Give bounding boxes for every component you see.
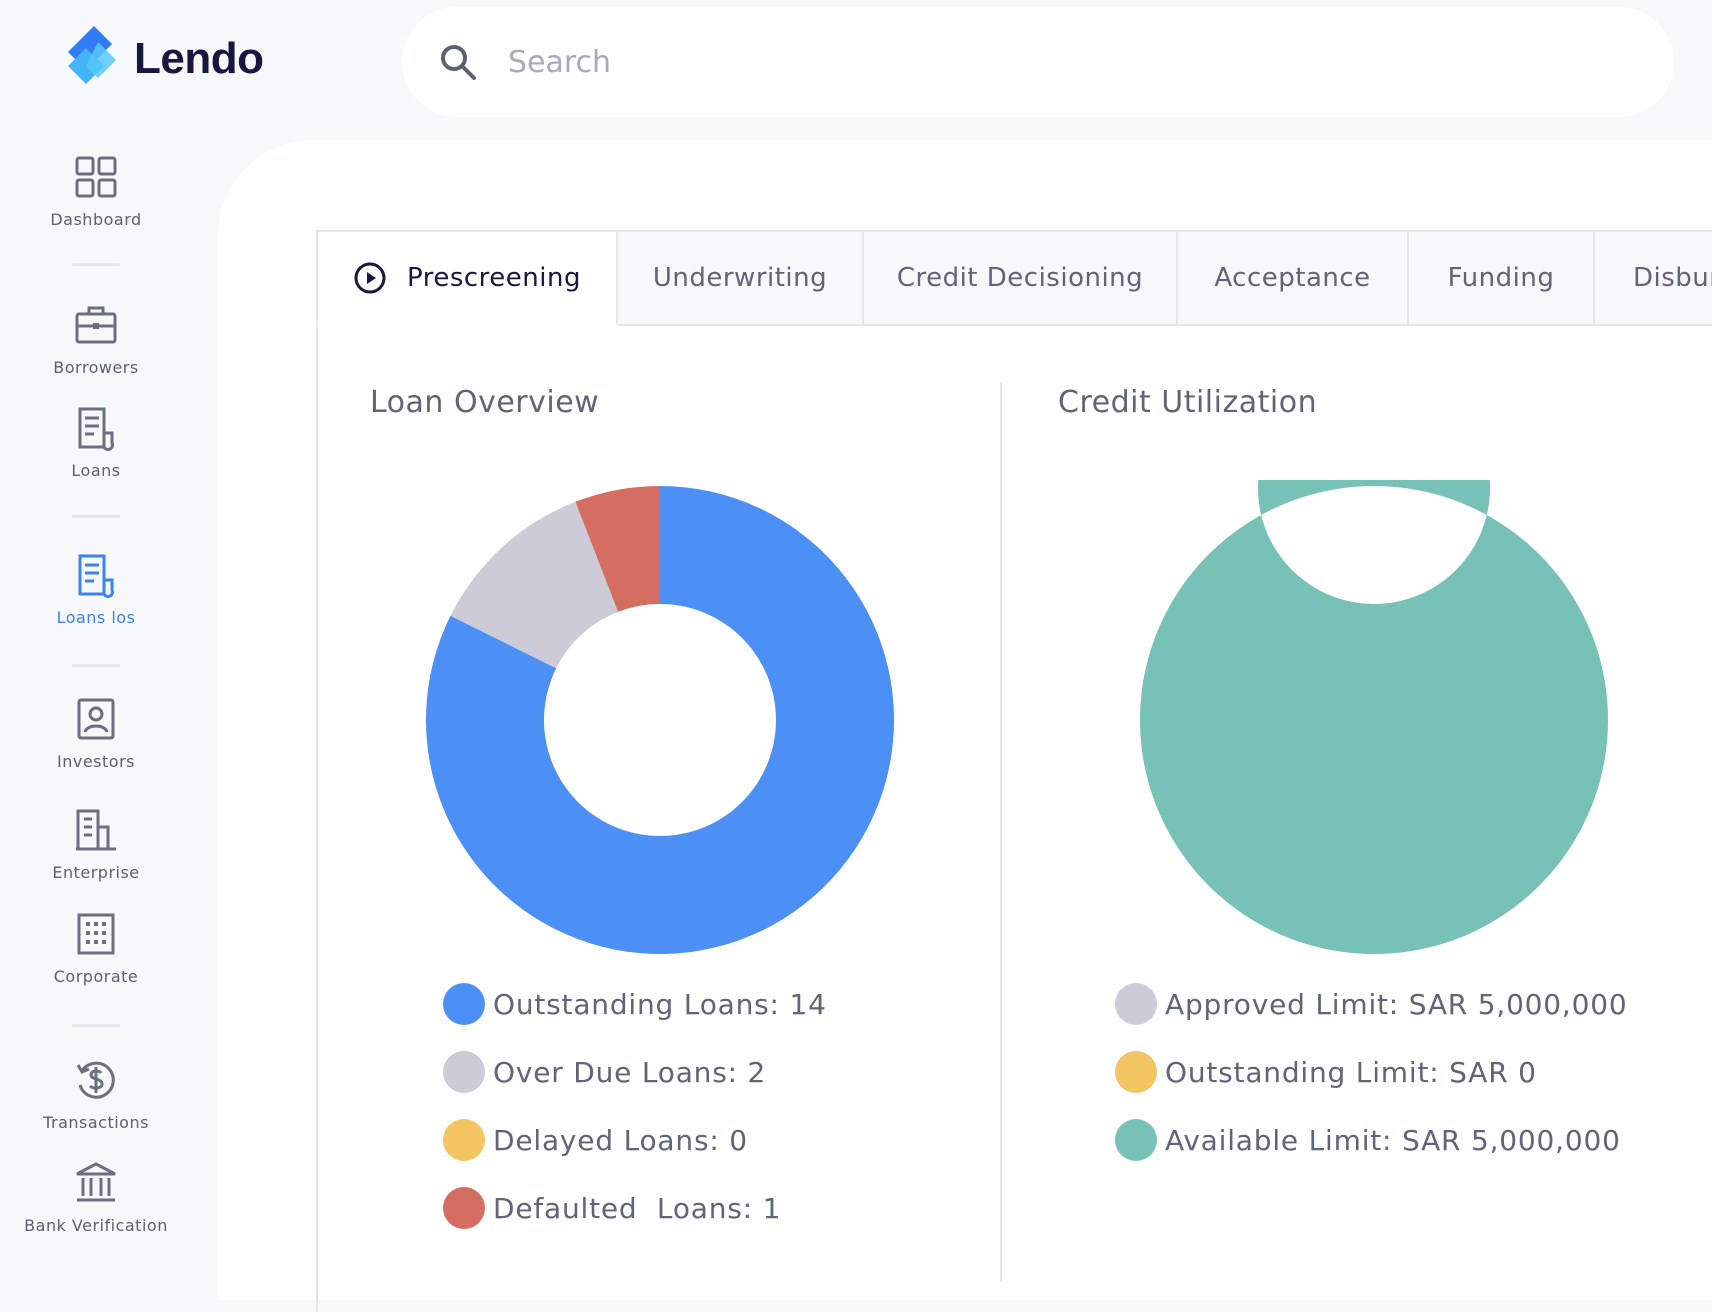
play-circle-icon (354, 262, 386, 294)
legend-label: Over Due Loans: 2 (493, 1055, 767, 1089)
lendo-logo-icon (68, 26, 116, 84)
sidebar-item-borrowers[interactable]: Borrowers (0, 302, 192, 377)
legend-item: Available Limit: SAR 5,000,000 (1115, 1106, 1627, 1174)
sidebar-item-label: Bank Verification (24, 1216, 168, 1235)
tab-label: Underwriting (652, 263, 828, 293)
brand-name: Lendo (134, 34, 264, 83)
sidebar-item-label: Loans (71, 461, 121, 480)
sidebar-item-corporate[interactable]: Corporate (0, 911, 192, 986)
legend-dot (1115, 1051, 1157, 1093)
dollar-cycle-icon (76, 1061, 115, 1099)
search-icon (441, 45, 476, 80)
legend-dot (443, 983, 485, 1025)
sidebar-item-bank-verification[interactable]: Bank Verification (0, 1160, 192, 1235)
tab-label: Funding (1447, 263, 1555, 293)
loan-overview-legend: Outstanding Loans: 14 Over Due Loans: 2 … (443, 970, 827, 1242)
sidebar-item-enterprise[interactable]: Enterprise (0, 807, 192, 882)
tab-label: Credit Decisioning (896, 263, 1144, 293)
loan-overview-donut (425, 486, 894, 954)
tab-prescreening[interactable]: Prescreening (316, 230, 618, 326)
sidebar-item-label: Loans los (56, 608, 136, 627)
search-input[interactable] (506, 43, 1410, 81)
legend-dot (1115, 1119, 1157, 1161)
sidebar-item-loans-los[interactable]: Loans los (0, 552, 192, 627)
sidebar-divider (72, 515, 120, 518)
credit-utilization-legend: Approved Limit: SAR 5,000,000 Outstandin… (1115, 970, 1627, 1174)
legend-item: Defaulted Loans: 1 (443, 1174, 827, 1242)
sidebar-item-label: Borrowers (53, 358, 139, 377)
credit-utilization-donut (1139, 480, 1608, 954)
bank-icon (76, 1162, 116, 1202)
tab-underwriting[interactable]: Underwriting (618, 230, 864, 326)
sidebar-item-label: Dashboard (50, 210, 142, 229)
credit-utilization-title: Credit Utilization (1058, 385, 1318, 420)
document-icon (78, 554, 114, 598)
legend-label: Defaulted Loans: 1 (493, 1191, 782, 1225)
building-icon (76, 809, 116, 851)
legend-label: Outstanding Loans: 14 (493, 987, 827, 1021)
tab-funding[interactable]: Funding (1409, 230, 1595, 326)
tab-credit-decisioning[interactable]: Credit Decisioning (864, 230, 1178, 326)
legend-item: Approved Limit: SAR 5,000,000 (1115, 970, 1627, 1038)
sidebar-item-label: Transactions (43, 1113, 149, 1132)
briefcase-icon (75, 306, 117, 344)
user-card-icon (77, 698, 115, 740)
sidebar-item-dashboard[interactable]: Dashboard (0, 154, 192, 229)
sidebar-item-label: Corporate (53, 967, 139, 986)
section-divider (1000, 382, 1002, 1282)
sidebar-item-loans[interactable]: Loans (0, 405, 192, 480)
sidebar-item-investors[interactable]: Investors (0, 696, 192, 771)
loan-overview-title: Loan Overview (370, 385, 600, 420)
tab-acceptance[interactable]: Acceptance (1178, 230, 1409, 326)
legend-label: Available Limit: SAR 5,000,000 (1165, 1123, 1621, 1157)
brand-logo[interactable]: Lendo (64, 22, 264, 96)
sidebar-divider (72, 664, 120, 667)
slice-available-limit (1139, 480, 1608, 954)
legend-item: Outstanding Limit: SAR 0 (1115, 1038, 1627, 1106)
search-bar[interactable] (402, 7, 1674, 117)
sidebar-item-label: Investors (57, 752, 135, 771)
grid-icon (75, 156, 117, 198)
tab-label: Disbur (1633, 263, 1712, 293)
legend-label: Outstanding Limit: SAR 0 (1165, 1055, 1537, 1089)
legend-label: Delayed Loans: 0 (493, 1123, 748, 1157)
sidebar-divider (72, 263, 120, 266)
document-icon (78, 407, 114, 451)
sidebar-item-transactions[interactable]: Transactions (0, 1057, 192, 1132)
legend-dot (1115, 983, 1157, 1025)
legend-item: Outstanding Loans: 14 (443, 970, 827, 1038)
tab-label: Acceptance (1214, 263, 1371, 293)
legend-item: Over Due Loans: 2 (443, 1038, 827, 1106)
sidebar-item-label: Enterprise (52, 863, 140, 882)
sidebar-divider (72, 1024, 120, 1027)
legend-item: Delayed Loans: 0 (443, 1106, 827, 1174)
legend-dot (443, 1051, 485, 1093)
workflow-tabs: Prescreening Underwriting Credit Decisio… (316, 230, 1712, 328)
legend-label: Approved Limit: SAR 5,000,000 (1165, 987, 1628, 1021)
tab-disbursement[interactable]: Disbur (1595, 230, 1712, 326)
tab-label: Prescreening (407, 263, 581, 293)
legend-dot (443, 1119, 485, 1161)
legend-dot (443, 1187, 485, 1229)
office-building-icon (77, 913, 115, 955)
